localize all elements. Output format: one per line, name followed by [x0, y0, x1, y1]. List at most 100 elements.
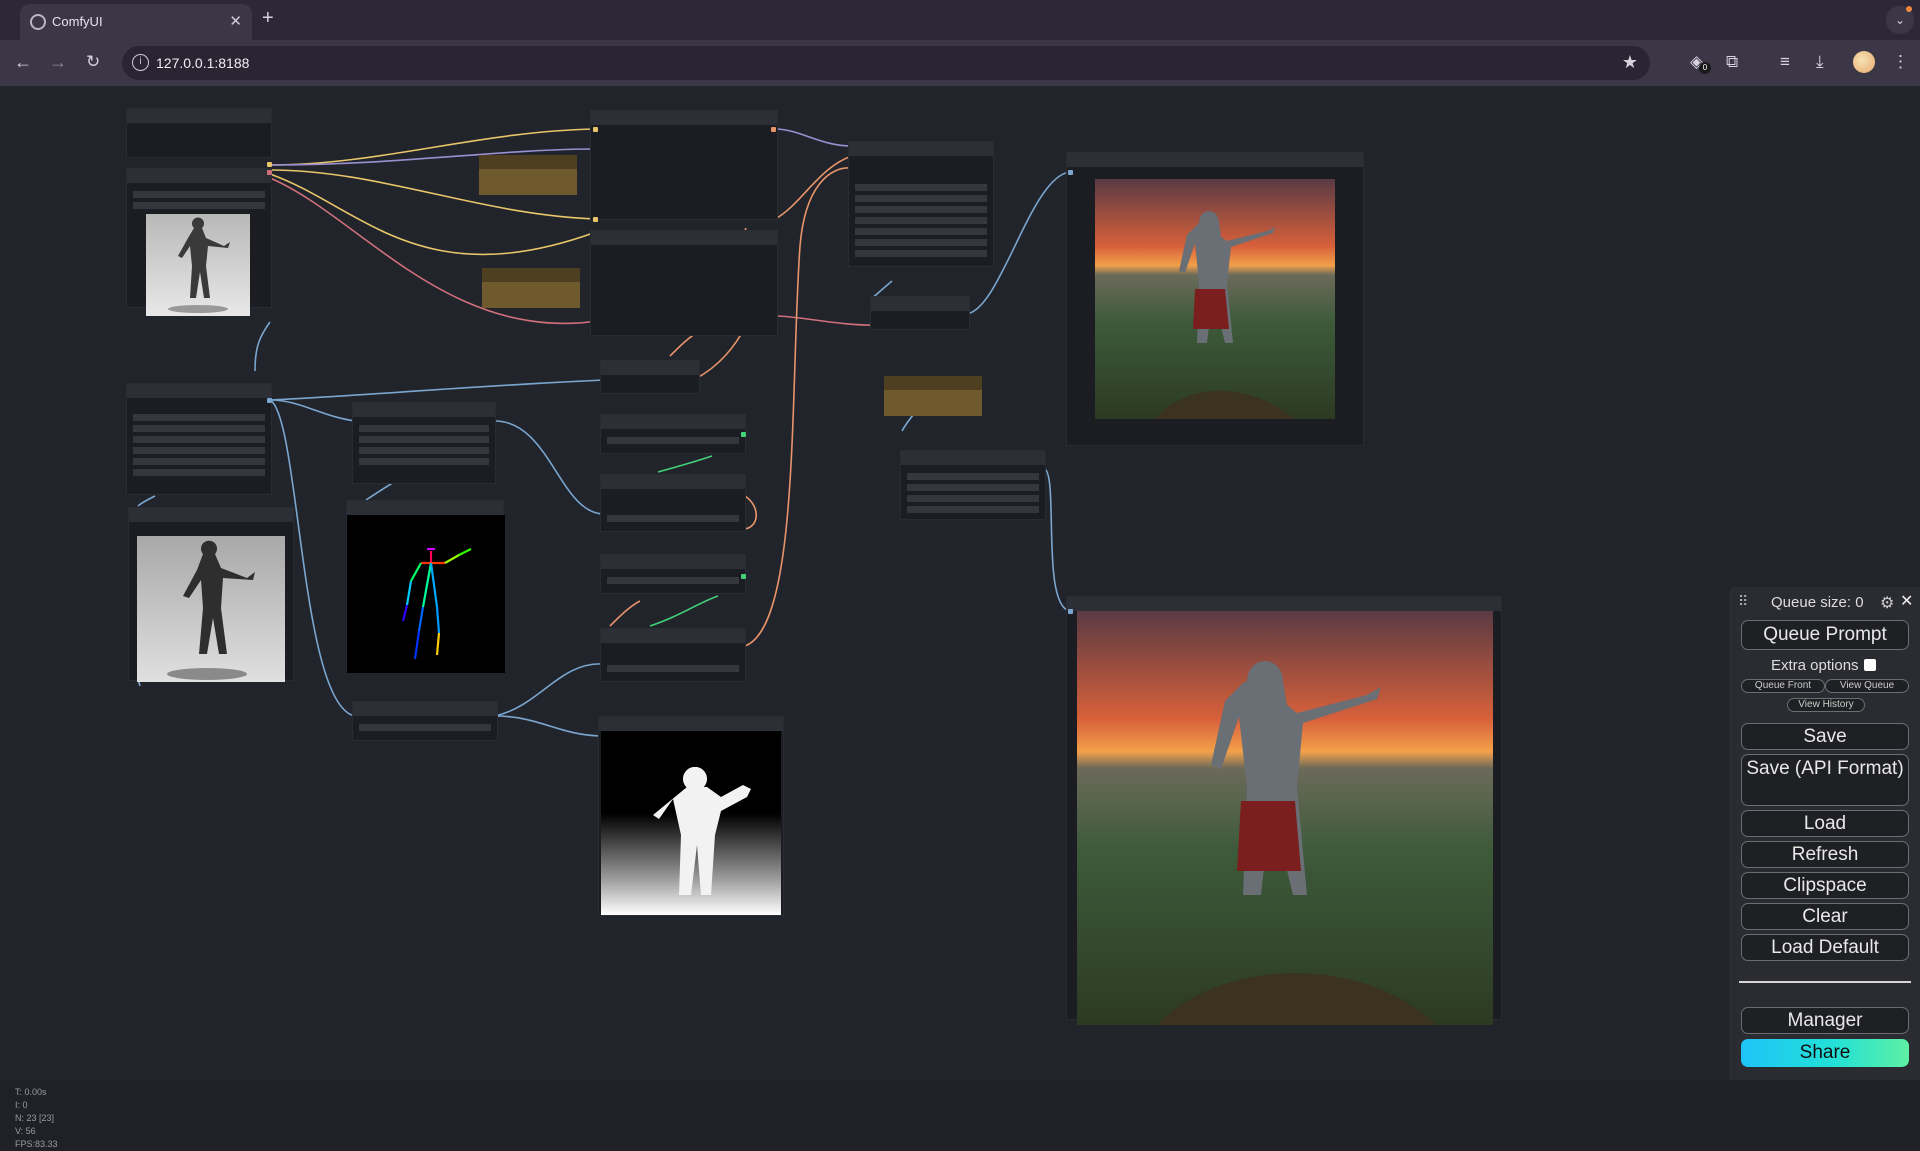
node-reroute[interactable] — [600, 360, 700, 394]
tab-title: ComfyUI — [52, 14, 103, 29]
node-depth-preview[interactable] — [598, 716, 784, 916]
group-label-note[interactable] — [884, 376, 982, 416]
stat-fps: FPS:83.33 — [15, 1139, 58, 1149]
stat-time: T: 0.00s — [15, 1087, 47, 1097]
extra-options-checkbox[interactable] — [1864, 659, 1876, 671]
extension-badge: 0 — [1699, 62, 1711, 74]
wire — [1042, 467, 1071, 612]
preview-image-depth-map — [601, 731, 781, 915]
menu-kebab-icon[interactable]: ⋮ — [1892, 52, 1909, 72]
output-port[interactable] — [267, 162, 272, 167]
output-port[interactable] — [741, 574, 746, 579]
node-clip-text-encode-negative[interactable] — [590, 230, 778, 336]
output-port[interactable] — [771, 127, 776, 132]
queue-prompt-button[interactable]: Queue Prompt — [1741, 620, 1909, 650]
url-text[interactable]: 127.0.0.1:8188 — [156, 55, 249, 71]
output-port[interactable] — [267, 170, 272, 175]
output-port[interactable] — [741, 432, 746, 437]
clipspace-button[interactable]: Clipspace — [1741, 872, 1909, 899]
load-default-button[interactable]: Load Default — [1741, 934, 1909, 961]
graph-canvas[interactable]: T: 0.00s I: 0 N: 23 [23] V: 56 FPS:83.33 — [0, 86, 1920, 1149]
comfy-menu-panel: ⠿ Queue size: 0 ⚙ ✕ Queue Prompt Extra o… — [1729, 587, 1920, 1080]
wire — [269, 379, 605, 401]
output-port[interactable] — [267, 398, 272, 403]
site-info-icon[interactable]: i — [132, 54, 149, 71]
load-button[interactable]: Load — [1741, 810, 1909, 837]
divider — [1739, 981, 1911, 983]
browser-tab[interactable]: ComfyUI ✕ — [20, 4, 252, 40]
node-controlnet-apply-2[interactable] — [600, 474, 746, 532]
reading-list-icon[interactable]: ≡ — [1780, 52, 1790, 72]
node-ksampler[interactable] — [848, 141, 994, 267]
download-icon[interactable]: ⤓ — [1816, 52, 1824, 72]
knight-figure — [1155, 211, 1295, 419]
view-queue-button[interactable]: View Queue — [1825, 679, 1909, 693]
save-button[interactable]: Save — [1741, 723, 1909, 750]
view-history-button[interactable]: View History — [1787, 698, 1865, 712]
group-label-positive[interactable] — [479, 155, 577, 195]
node-load-image[interactable] — [126, 168, 272, 316]
knight-figure — [1157, 661, 1437, 1025]
browser-tab-strip: ComfyUI ✕ + ⌄ — [0, 0, 1920, 40]
bookmark-star-icon[interactable]: ★ — [1622, 52, 1638, 73]
new-tab-button[interactable]: + — [262, 7, 274, 30]
wire — [494, 663, 605, 717]
input-port[interactable] — [1068, 609, 1073, 614]
canvas-stats: T: 0.00s I: 0 N: 23 [23] V: 56 FPS:83.33 — [15, 1086, 58, 1151]
back-icon[interactable]: ← — [14, 52, 32, 73]
gear-icon[interactable]: ⚙ — [1880, 593, 1894, 613]
node-preview-image-1[interactable] — [1066, 152, 1364, 446]
wire — [494, 420, 605, 515]
input-port[interactable] — [593, 217, 598, 222]
output-image-knight-2 — [1077, 611, 1493, 1025]
node-preprocessor[interactable] — [126, 383, 272, 495]
address-bar[interactable]: i 127.0.0.1:8188 ★ — [122, 46, 1650, 80]
globe-icon — [30, 14, 46, 30]
node-clip-text-encode-positive[interactable] — [590, 110, 778, 220]
node-controlnet-apply-4[interactable] — [600, 628, 746, 682]
wire — [269, 399, 356, 422]
node-controlnet-apply-3[interactable] — [600, 554, 746, 594]
group-label-negative[interactable] — [482, 268, 580, 308]
node-pose-preview[interactable] — [346, 500, 505, 673]
browser-toolbar: ← → ↻ i 127.0.0.1:8188 ★ ◈ 0 ⧉ ≡ ⤓ ⋮ — [0, 40, 1920, 86]
output-image-knight-1 — [1095, 179, 1335, 419]
forward-icon[interactable]: → — [49, 52, 67, 73]
drag-handle-icon[interactable]: ⠿ — [1738, 593, 1748, 610]
preview-image-pose-model — [146, 214, 250, 316]
stat-visible: V: 56 — [15, 1126, 36, 1136]
wire — [744, 495, 758, 530]
wire — [254, 321, 271, 372]
queue-front-button[interactable]: Queue Front — [1741, 679, 1825, 693]
profile-avatar[interactable] — [1853, 51, 1875, 73]
queue-size-label: Queue size: 0 — [1771, 594, 1864, 611]
node-preview-image-2[interactable] — [1066, 596, 1502, 1025]
wire — [609, 600, 641, 627]
puzzle-extensions-icon[interactable]: ⧉ — [1726, 52, 1738, 72]
refresh-button[interactable]: Refresh — [1741, 841, 1909, 868]
notification-dot — [1906, 6, 1912, 12]
input-port[interactable] — [593, 127, 598, 132]
node-vae-decode[interactable] — [900, 450, 1046, 520]
clear-button[interactable]: Clear — [1741, 903, 1909, 930]
tab-search-button[interactable]: ⌄ — [1886, 6, 1914, 34]
preview-image-model-large — [137, 536, 285, 682]
wire — [649, 595, 719, 627]
close-tab-icon[interactable]: ✕ — [229, 12, 242, 30]
save-api-format-button[interactable]: Save (API Format) — [1741, 754, 1909, 806]
input-port[interactable] — [1068, 170, 1073, 175]
manager-button[interactable]: Manager — [1741, 1007, 1909, 1034]
wire — [774, 128, 853, 147]
node-empty-latent[interactable] — [870, 296, 970, 330]
extra-options-label: Extra options — [1771, 657, 1859, 674]
close-icon[interactable]: ✕ — [1900, 591, 1913, 611]
node-openpose[interactable] — [352, 402, 496, 484]
figure-silhouette — [168, 217, 230, 313]
reload-icon[interactable]: ↻ — [86, 52, 100, 72]
share-button[interactable]: Share — [1741, 1039, 1909, 1067]
node-image-preview[interactable] — [128, 507, 294, 682]
node-load-checkpoint[interactable] — [126, 108, 272, 158]
node-controlnet-apply-1[interactable] — [600, 414, 746, 454]
skeleton-graphic — [401, 547, 472, 660]
node-controlnet-loader[interactable] — [352, 701, 498, 741]
